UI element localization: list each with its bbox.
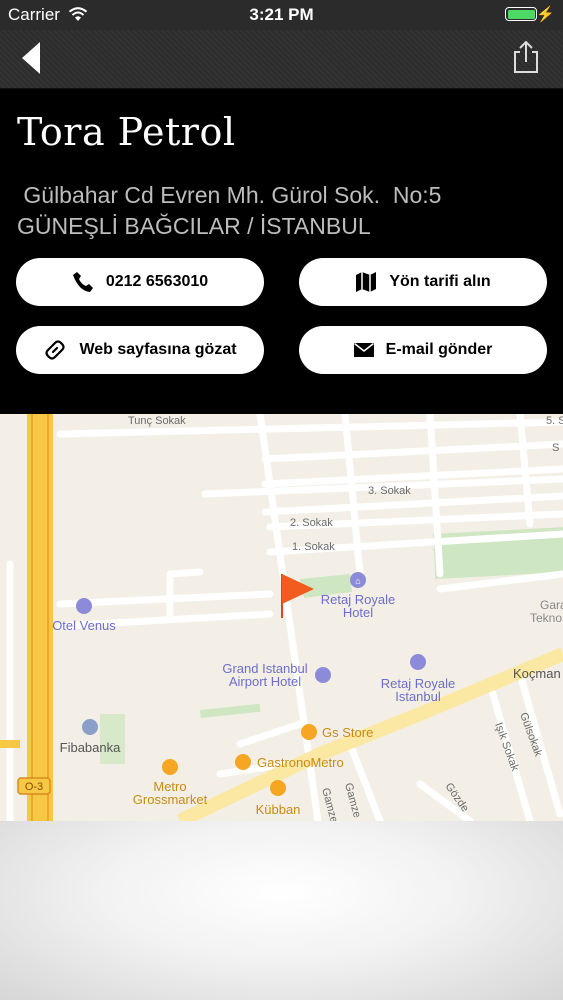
svg-text:⌂: ⌂: [355, 576, 360, 586]
poi-label: Gs Store: [322, 725, 373, 740]
call-button-label: 0212 6563010: [105, 273, 209, 290]
poi-label: Istanbul: [395, 689, 441, 704]
share-icon[interactable]: [511, 40, 541, 74]
map-icon: [356, 272, 377, 292]
back-arrow-icon[interactable]: [16, 40, 46, 76]
phone-icon: [72, 272, 93, 292]
shopping-icon[interactable]: [162, 759, 178, 775]
call-button[interactable]: 0212 6563010: [16, 258, 264, 306]
map-view[interactable]: Tunç Sokak 3. Sokak 2. Sokak 1. Sokak Ko…: [0, 414, 563, 821]
street-label: 3. Sokak: [368, 485, 411, 497]
street-label: 5. S: [546, 415, 563, 427]
street-label: Koçman: [513, 666, 561, 681]
street-label: Tunç Sokak: [128, 415, 186, 427]
street-label: S: [552, 442, 559, 454]
street-label: Gamze: [319, 787, 340, 821]
link-icon: [45, 340, 66, 360]
website-button[interactable]: Web sayfasına gözat: [16, 326, 264, 374]
charging-icon: ⚡: [536, 6, 555, 23]
place-title: Tora Petrol: [17, 110, 236, 154]
hotel-icon[interactable]: [76, 598, 92, 614]
address-line-1: Gülbahar Cd Evren Mh. Gürol Sok. No:5: [17, 182, 442, 208]
street-label: Gamze: [342, 782, 363, 819]
email-button-label: E-mail gönder: [385, 341, 493, 358]
poi-label: Otel Venus: [52, 618, 116, 633]
directions-button[interactable]: Yön tarifi alın: [299, 258, 547, 306]
poi-label: GastronoMetro: [257, 755, 344, 770]
hotel-icon[interactable]: [315, 667, 331, 683]
shopping-icon[interactable]: [301, 724, 317, 740]
place-address: Gülbahar Cd Evren Mh. Gürol Sok. No:5 GÜ…: [17, 180, 441, 242]
street-label: Işık Sokak: [492, 721, 521, 773]
bank-icon[interactable]: [82, 719, 98, 735]
email-button[interactable]: E-mail gönder: [299, 326, 547, 374]
road-badge-label: O-3: [25, 781, 43, 793]
hotel-icon[interactable]: [410, 654, 426, 670]
bottom-panel: [0, 821, 563, 1000]
directions-button-label: Yön tarifi alın: [389, 273, 491, 290]
street-label: 1. Sokak: [292, 541, 335, 553]
envelope-icon: [353, 343, 374, 357]
poi-label: Tekno: [530, 611, 562, 625]
poi-label: Kübban: [256, 802, 301, 817]
poi-label: Grossmarket: [133, 792, 208, 807]
poi-label: Hotel: [343, 605, 373, 620]
battery-icon: [505, 7, 537, 21]
address-line-2: GÜNEŞLİ BAĞCILAR / İSTANBUL: [17, 213, 371, 239]
street-label: 2. Sokak: [290, 517, 333, 529]
status-bar: Carrier 3:21 PM ⚡: [0, 0, 563, 30]
clock: 3:21 PM: [249, 5, 314, 24]
poi-label: Gara: [540, 598, 563, 612]
website-button-label: Web sayfasına gözat: [79, 341, 237, 358]
poi-label: Airport Hotel: [229, 674, 301, 689]
poi-label: Fibabanka: [60, 740, 121, 755]
restaurant-icon[interactable]: [270, 780, 286, 796]
restaurant-icon[interactable]: [235, 754, 251, 770]
navigation-bar: [0, 30, 563, 89]
